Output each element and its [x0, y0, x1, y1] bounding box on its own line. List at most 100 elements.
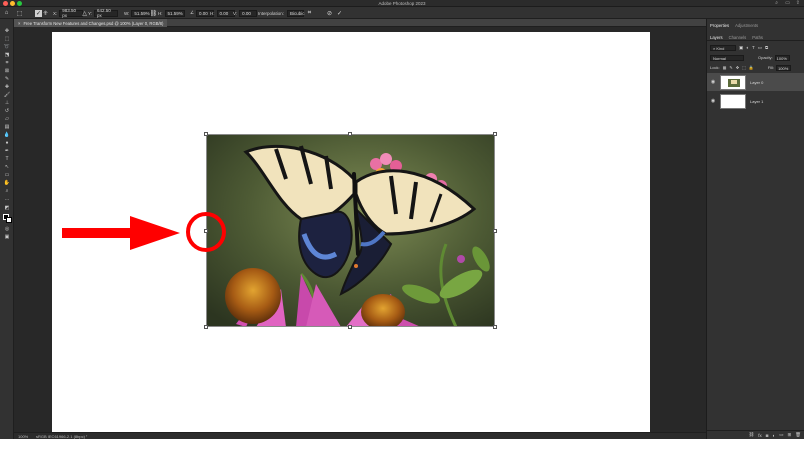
- default-colors-icon[interactable]: ◩: [3, 205, 11, 211]
- tab-layers[interactable]: Layers: [707, 34, 726, 40]
- lock-position-icon[interactable]: ✥: [736, 65, 739, 70]
- fill-field[interactable]: 100%: [776, 64, 792, 71]
- layer-row-layer-1[interactable]: ◉ Layer 1: [707, 92, 804, 110]
- type-tool-icon[interactable]: T: [3, 156, 11, 162]
- transform-handle-bottom-left[interactable]: [204, 325, 208, 329]
- transform-handle-bottom-right[interactable]: [493, 325, 497, 329]
- object-selection-tool-icon[interactable]: ⬔: [3, 52, 11, 58]
- y-position-field[interactable]: 642.50 px: [94, 8, 119, 18]
- history-brush-tool-icon[interactable]: ↺: [3, 108, 11, 114]
- healing-brush-tool-icon[interactable]: ✚: [3, 84, 11, 90]
- brush-tool-icon[interactable]: 🖌: [3, 92, 11, 98]
- link-layers-icon[interactable]: ⛓: [749, 432, 755, 438]
- link-icon[interactable]: ⛓: [150, 10, 158, 17]
- tab-paths[interactable]: Paths: [749, 34, 766, 40]
- w-label: W:: [124, 10, 130, 16]
- layer-row-layer-0[interactable]: ◉ Layer 0: [707, 73, 804, 91]
- visibility-eye-icon[interactable]: ◉: [710, 79, 716, 85]
- vertical-skew-field[interactable]: 0.00: [239, 9, 258, 17]
- layer-thumbnail: [720, 74, 746, 90]
- tab-adjustments[interactable]: Adjustments: [732, 22, 761, 29]
- filter-adjustment-icon[interactable]: ◐: [746, 45, 749, 50]
- x-label: X:: [53, 10, 58, 16]
- interpolation-select[interactable]: Bicubic: [287, 9, 305, 17]
- tools-panel: ✥ ⬚ ➰ ⬔ ⌗ ⊠ ✎ ✚ 🖌 ⊥ ↺ ▱ ▤ 💧 ● ✒ T ↖ ▭ ✋ …: [0, 19, 14, 439]
- search-icon[interactable]: ⌕: [775, 0, 778, 6]
- eraser-tool-icon[interactable]: ▱: [3, 116, 11, 122]
- blur-tool-icon[interactable]: 💧: [3, 132, 11, 138]
- vertical-skew-label: V:: [233, 10, 238, 16]
- crop-tool-icon[interactable]: ⌗: [3, 60, 11, 66]
- red-circle-annotation: [186, 212, 226, 252]
- document-tabs: × Free Transform New Features and Change…: [14, 19, 706, 27]
- filter-type-icon[interactable]: T: [752, 45, 755, 50]
- layer-style-icon[interactable]: fx: [758, 433, 762, 438]
- clone-stamp-tool-icon[interactable]: ⊥: [3, 100, 11, 106]
- zoom-tool-icon[interactable]: ⌕: [3, 188, 11, 194]
- gradient-tool-icon[interactable]: ▤: [3, 124, 11, 130]
- rectangle-tool-icon[interactable]: ▭: [3, 172, 11, 178]
- document-tab[interactable]: × Free Transform New Features and Change…: [14, 19, 168, 27]
- opacity-field[interactable]: 100%: [774, 54, 790, 61]
- lasso-tool-icon[interactable]: ➰: [3, 44, 11, 50]
- layer-name: Layer 1: [750, 98, 764, 104]
- commit-transform-icon[interactable]: ✓: [336, 10, 343, 17]
- lock-pixels-icon[interactable]: ▦: [723, 65, 727, 70]
- eyedropper-tool-icon[interactable]: ✎: [3, 76, 11, 82]
- transform-handle-top-right[interactable]: [493, 132, 497, 136]
- visibility-eye-icon[interactable]: ◉: [710, 98, 716, 104]
- add-mask-icon[interactable]: ◙: [766, 433, 769, 438]
- background-color-swatch[interactable]: [6, 217, 12, 223]
- interpolation-label: Interpolation:: [258, 10, 285, 16]
- warp-mode-icon[interactable]: ⌗: [306, 10, 313, 17]
- status-menu-chevron-icon[interactable]: ›: [86, 433, 87, 438]
- quick-mask-icon[interactable]: ◎: [3, 226, 11, 232]
- tab-properties[interactable]: Properties: [707, 22, 732, 29]
- filter-smart-icon[interactable]: ⧉: [765, 45, 768, 50]
- path-selection-tool-icon[interactable]: ↖: [3, 164, 11, 170]
- tab-channels[interactable]: Channels: [726, 34, 750, 40]
- more-tools-icon[interactable]: …: [3, 196, 11, 202]
- reference-point-checkbox[interactable]: ✓: [35, 9, 42, 17]
- workspace-icon[interactable]: ▭: [785, 0, 790, 6]
- horizontal-skew-label: H:: [210, 10, 215, 16]
- zoom-level[interactable]: 100%: [18, 434, 28, 439]
- color-profile[interactable]: sRGB IEC61966-2.1 (8bpc): [36, 434, 85, 439]
- lock-artboard-icon[interactable]: ⬚: [742, 65, 746, 70]
- pen-tool-icon[interactable]: ✒: [3, 148, 11, 154]
- transform-handle-bottom[interactable]: [348, 325, 352, 329]
- relative-position-icon[interactable]: △: [81, 10, 88, 17]
- new-layer-icon[interactable]: ⊞: [788, 432, 792, 438]
- move-tool-icon[interactable]: ✥: [3, 28, 11, 34]
- delete-layer-icon[interactable]: 🗑: [795, 432, 801, 438]
- screen-mode-icon[interactable]: ▣: [3, 234, 11, 240]
- transform-tool-icon[interactable]: ⬚: [16, 10, 23, 17]
- layer-thumbnail: [720, 93, 746, 109]
- width-field[interactable]: 51.59%: [131, 9, 152, 17]
- home-icon[interactable]: ⌂: [3, 10, 10, 17]
- x-position-field[interactable]: 983.50 px: [59, 8, 84, 18]
- lock-paint-icon[interactable]: ✎: [729, 65, 732, 70]
- transform-handle-right[interactable]: [493, 229, 497, 233]
- filter-pixel-icon[interactable]: ▣: [739, 45, 743, 51]
- cancel-transform-icon[interactable]: ⊘: [326, 10, 333, 17]
- new-group-icon[interactable]: ▭: [779, 432, 783, 438]
- horizontal-skew-field[interactable]: 0.00: [216, 9, 235, 17]
- frame-tool-icon[interactable]: ⊠: [3, 68, 11, 74]
- artboard-tool-icon[interactable]: ⬚: [3, 36, 11, 42]
- filter-shape-icon[interactable]: ▭: [758, 45, 762, 51]
- transform-handle-top[interactable]: [348, 132, 352, 136]
- blend-mode-select[interactable]: Normal: [710, 54, 744, 61]
- y-label: Y:: [88, 10, 93, 16]
- share-icon[interactable]: ⇪: [796, 0, 800, 6]
- kind-filter-select[interactable]: ⌕ Kind: [710, 44, 736, 51]
- close-tab-icon[interactable]: ×: [18, 21, 20, 26]
- dodge-tool-icon[interactable]: ●: [3, 140, 11, 146]
- transform-handle-top-left[interactable]: [204, 132, 208, 136]
- transform-bounding-box[interactable]: [206, 134, 495, 327]
- adjustment-layer-icon[interactable]: ◐: [773, 433, 776, 438]
- height-field[interactable]: 51.59%: [164, 9, 185, 17]
- lock-all-icon[interactable]: 🔒: [749, 65, 754, 70]
- hand-tool-icon[interactable]: ✋: [3, 180, 11, 186]
- reference-point-grid-icon[interactable]: ⁜: [42, 10, 49, 17]
